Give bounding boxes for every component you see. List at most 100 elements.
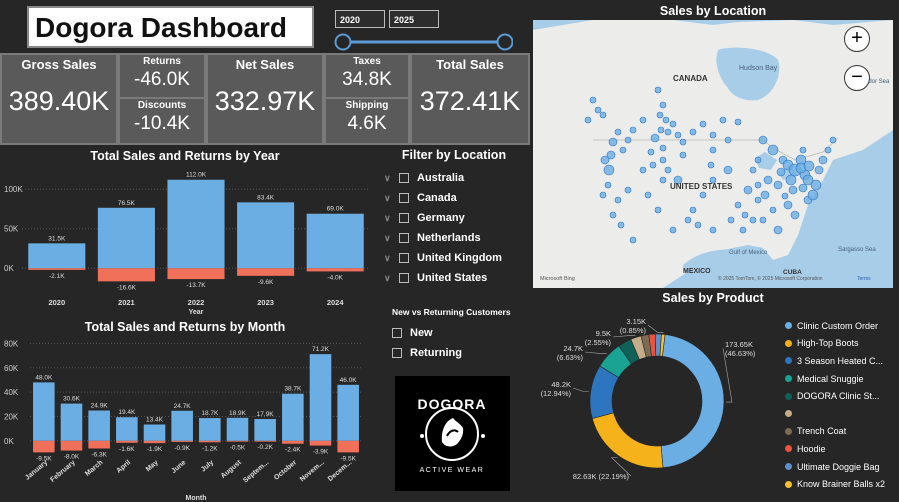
chevron-down-icon[interactable]: ∨ [384, 273, 393, 284]
location-bubble[interactable] [760, 190, 770, 200]
location-bubble[interactable] [699, 120, 707, 128]
returns-bar[interactable] [167, 268, 225, 280]
legend-item[interactable]: Trench Coat [785, 423, 899, 441]
location-bubble[interactable] [767, 144, 779, 156]
location-checkbox[interactable] [399, 253, 409, 263]
location-checkbox[interactable] [399, 173, 409, 183]
location-bubble[interactable] [724, 136, 732, 144]
location-bubble[interactable] [727, 216, 735, 224]
location-bubble[interactable] [662, 116, 670, 124]
location-bubble[interactable] [684, 216, 692, 224]
sales-bar[interactable] [226, 417, 249, 441]
location-bubble[interactable] [709, 146, 717, 154]
returns-bar[interactable] [143, 440, 166, 444]
donut-slice[interactable] [660, 334, 725, 469]
location-bubble[interactable] [773, 180, 783, 190]
location-bubble[interactable] [650, 133, 660, 143]
legend-item[interactable]: 3 Season Heated C... [785, 352, 899, 370]
location-bubble[interactable] [644, 191, 652, 199]
sales-bar[interactable] [254, 419, 276, 441]
zoom-out-button[interactable]: − [844, 65, 870, 91]
returns-bar[interactable] [88, 440, 110, 449]
year-range-slider[interactable] [333, 30, 513, 54]
location-bubble[interactable] [829, 136, 837, 144]
chevron-down-icon[interactable]: ∨ [384, 213, 393, 224]
location-bubble[interactable] [600, 155, 610, 165]
returns-bar[interactable] [254, 440, 276, 442]
location-bubble[interactable] [798, 183, 808, 193]
location-bubble[interactable] [783, 200, 793, 210]
location-bubble[interactable] [803, 160, 815, 172]
returns-bar[interactable] [60, 440, 83, 451]
sales-bar[interactable] [28, 243, 86, 269]
location-bubble[interactable] [749, 216, 757, 224]
returns-bar[interactable] [171, 440, 193, 442]
location-bubble[interactable] [776, 167, 786, 177]
location-bubble[interactable] [599, 111, 607, 119]
end-year-input[interactable]: 2025 [389, 10, 439, 28]
location-bubble[interactable] [709, 131, 717, 139]
sales-bar[interactable] [60, 403, 83, 441]
location-bubble[interactable] [664, 166, 672, 174]
location-bubble[interactable] [824, 146, 832, 154]
returns-bar[interactable] [97, 268, 155, 282]
sales-bar[interactable] [309, 354, 332, 441]
location-filter-item[interactable]: ∨ Australia [384, 168, 524, 188]
location-checkbox[interactable] [399, 233, 409, 243]
location-bubble[interactable] [599, 191, 607, 199]
customer-filter-item[interactable]: New [392, 323, 532, 343]
chevron-down-icon[interactable]: ∨ [384, 253, 393, 264]
sales-bar[interactable] [171, 410, 193, 441]
location-bubble[interactable] [807, 189, 819, 201]
returns-bar[interactable] [226, 440, 249, 442]
legend-item[interactable]: Hoodie [785, 440, 899, 458]
location-bubble[interactable] [604, 181, 612, 189]
sales-bar[interactable] [199, 418, 221, 441]
location-filter-item[interactable]: ∨ Netherlands [384, 228, 524, 248]
location-bubble[interactable] [603, 164, 615, 176]
location-bubble[interactable] [594, 106, 602, 114]
returns-bar[interactable] [337, 440, 359, 453]
returns-bar[interactable] [282, 440, 304, 444]
location-bubble[interactable] [669, 226, 677, 234]
location-filter-item[interactable]: ∨ Canada [384, 188, 524, 208]
location-bubble[interactable] [743, 185, 753, 195]
location-bubble[interactable] [734, 118, 742, 126]
chevron-down-icon[interactable]: ∨ [384, 173, 393, 184]
legend-item[interactable]: Clinic Custom Order [785, 317, 899, 335]
location-filter-item[interactable]: ∨ United Kingdom [384, 248, 524, 268]
sales-bar[interactable] [306, 213, 364, 269]
location-bubble[interactable] [741, 211, 749, 219]
slider-end-handle[interactable] [496, 33, 513, 51]
customer-checkbox[interactable] [392, 348, 402, 358]
location-bubble[interactable] [669, 120, 677, 128]
location-bubble[interactable] [657, 126, 665, 134]
location-bubble[interactable] [659, 144, 667, 152]
location-bubble[interactable] [614, 196, 622, 204]
location-bubble[interactable] [629, 126, 637, 134]
location-bubble[interactable] [739, 226, 747, 234]
location-bubble[interactable] [609, 211, 617, 219]
location-bubble[interactable] [656, 111, 664, 119]
location-bubble[interactable] [763, 175, 773, 185]
zoom-in-button[interactable]: + [844, 26, 870, 52]
returns-bar[interactable] [33, 440, 55, 453]
location-bubble[interactable] [790, 210, 800, 220]
location-bubble[interactable] [818, 155, 828, 165]
returns-bar[interactable] [306, 268, 364, 272]
returns-bar[interactable] [237, 268, 295, 276]
location-bubble[interactable] [649, 161, 657, 169]
sales-bar[interactable] [143, 424, 166, 441]
location-bubble[interactable] [759, 216, 767, 224]
returns-bar[interactable] [199, 440, 221, 443]
location-bubble[interactable] [773, 225, 783, 235]
location-bubble[interactable] [584, 116, 592, 124]
returns-bar[interactable] [28, 268, 86, 270]
location-bubble[interactable] [617, 221, 625, 229]
location-bubble[interactable] [689, 128, 697, 136]
returns-bar[interactable] [309, 440, 332, 446]
location-bubble[interactable] [659, 101, 667, 109]
location-bubble[interactable] [608, 137, 618, 147]
customer-checkbox[interactable] [392, 328, 402, 338]
location-bubble[interactable] [769, 206, 777, 214]
